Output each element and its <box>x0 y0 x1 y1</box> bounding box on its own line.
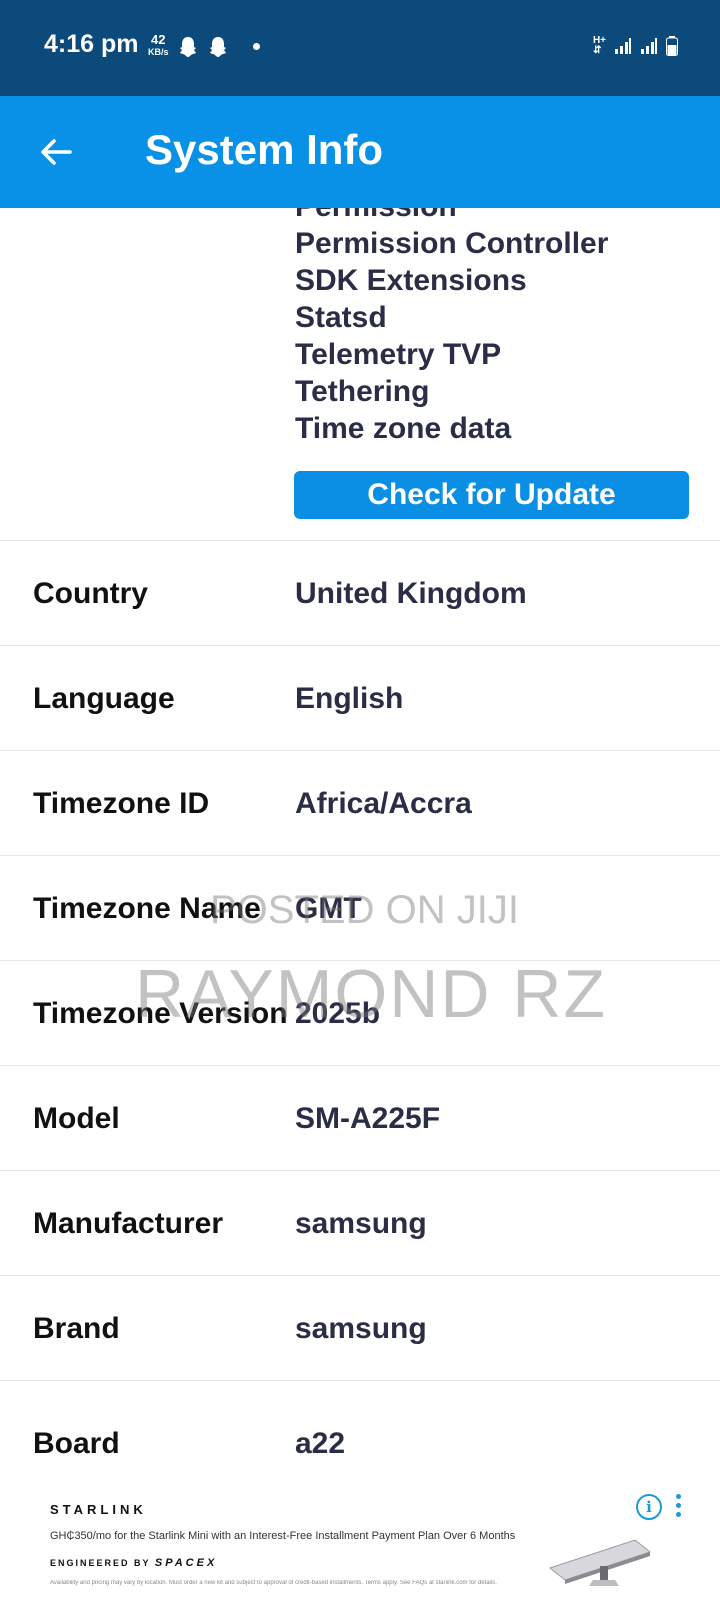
info-row-brand: Brand samsung <box>0 1275 720 1383</box>
battery-icon <box>666 36 678 56</box>
row-value: Africa/Accra <box>295 787 472 820</box>
row-label: Timezone ID <box>33 787 210 820</box>
info-row-timezone-name: Timezone Name GMT <box>0 855 720 963</box>
back-arrow-icon[interactable] <box>36 132 76 172</box>
row-label: Brand <box>33 1312 120 1345</box>
module-item: Statsd <box>295 301 387 334</box>
info-row-board: Board a22 <box>0 1380 720 1480</box>
status-time: 4:16 pm <box>44 30 139 58</box>
spacex-logo: SPACEX <box>154 1557 218 1569</box>
signal-icon <box>615 38 631 54</box>
ad-text: GH₵350/mo for the Starlink Mini with an … <box>50 1530 516 1542</box>
notification-dot-icon <box>253 43 260 50</box>
ad-fine-print: Availability and pricing may vary by loc… <box>50 1580 497 1586</box>
network-type-label: H+ ⇵ <box>592 35 606 56</box>
row-label: Timezone Name <box>33 892 261 925</box>
status-bar: 4:16 pm 42 KB/s H+ ⇵ <box>0 0 720 96</box>
row-value: samsung <box>295 1207 427 1240</box>
row-label: Manufacturer <box>33 1207 224 1240</box>
check-for-update-button[interactable]: Check for Update <box>294 471 689 519</box>
row-label: Timezone Version <box>33 997 288 1030</box>
module-item: Tethering <box>295 375 430 408</box>
module-list: Permission Permission Controller SDK Ext… <box>295 208 608 447</box>
module-item: Permission Controller <box>295 227 609 260</box>
network-speed-unit: KB/s <box>148 47 169 57</box>
info-row-country: Country United Kingdom <box>0 540 720 648</box>
module-item: SDK Extensions <box>295 264 527 297</box>
ad-engineered-by: ENGINEERED BY SPACEX <box>50 1557 218 1569</box>
row-label: Country <box>33 577 148 610</box>
app-bar: System Info <box>0 96 720 208</box>
network-speed: 42 KB/s <box>148 32 169 58</box>
snapchat-icon-2 <box>210 37 226 57</box>
snapchat-icon <box>180 37 196 57</box>
info-row-timezone-version: Timezone Version 2025b <box>0 960 720 1068</box>
ad-more-icon[interactable] <box>675 1494 683 1520</box>
status-icons: H+ ⇵ <box>593 36 678 56</box>
ad-info-icon[interactable]: i <box>636 1494 662 1520</box>
row-label: Board <box>33 1427 120 1460</box>
row-value: SM-A225F <box>295 1102 441 1135</box>
row-label: Language <box>33 682 175 715</box>
module-item: Permission <box>295 208 608 225</box>
row-value: English <box>295 682 404 715</box>
row-value: GMT <box>295 892 362 925</box>
system-info-list[interactable]: Permission Permission Controller SDK Ext… <box>0 208 720 1480</box>
info-row-manufacturer: Manufacturer samsung <box>0 1170 720 1278</box>
row-label: Model <box>33 1102 120 1135</box>
page-title: System Info <box>145 126 384 173</box>
row-value: United Kingdom <box>295 577 527 610</box>
ad-banner[interactable]: STARLINK GH₵350/mo for the Starlink Mini… <box>0 1480 720 1600</box>
row-value: a22 <box>295 1427 346 1460</box>
row-value: 2025b <box>295 997 381 1030</box>
row-value: samsung <box>295 1312 427 1345</box>
module-item: Telemetry TVP <box>295 338 502 371</box>
network-speed-value: 42 <box>151 32 166 47</box>
ad-brand: STARLINK <box>50 1502 147 1517</box>
module-item: Time zone data <box>295 412 512 445</box>
starlink-dish-image <box>548 1539 652 1586</box>
signal-icon-2 <box>641 38 657 54</box>
info-row-timezone-id: Timezone ID Africa/Accra <box>0 750 720 858</box>
info-row-language: Language English <box>0 645 720 753</box>
info-row-model: Model SM-A225F <box>0 1065 720 1173</box>
